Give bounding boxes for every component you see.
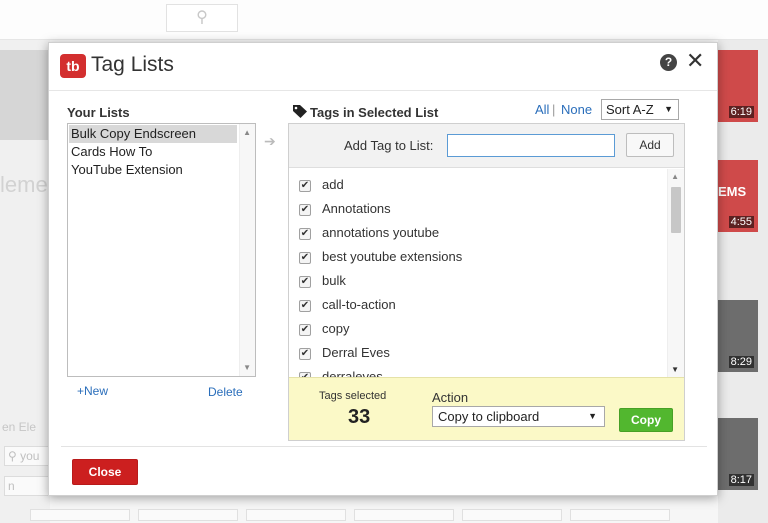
sort-select[interactable]: Sort A-Z ▼ bbox=[601, 99, 679, 120]
tags-panel: Add Tag to List: Add ✔ add ✔ Annotations… bbox=[288, 123, 685, 441]
tag-label: annotations youtube bbox=[322, 225, 440, 240]
dialog-title: Tag Lists bbox=[91, 53, 174, 76]
background-field: n bbox=[4, 476, 50, 496]
video-duration: 8:17 bbox=[728, 474, 754, 486]
add-tag-input[interactable] bbox=[447, 134, 615, 157]
tag-lists-dialog: tb Tag Lists ? ✕ Your Lists Bulk Copy En… bbox=[48, 42, 718, 496]
background-hero-image bbox=[0, 50, 50, 140]
list-item[interactable]: YouTube Extension bbox=[69, 161, 237, 179]
scroll-down-icon[interactable]: ▼ bbox=[243, 363, 251, 372]
dialog-divider bbox=[61, 446, 707, 447]
help-icon[interactable]: ? bbox=[660, 54, 677, 71]
add-tag-label: Add Tag to List: bbox=[344, 138, 434, 153]
action-select-value: Copy to clipboard bbox=[438, 409, 540, 424]
video-thumbnail: EMS 4:55 bbox=[718, 160, 758, 232]
lists-listbox[interactable]: Bulk Copy Endscreen Cards How To YouTube… bbox=[67, 123, 256, 377]
background-field-text: n bbox=[8, 479, 15, 493]
tag-row[interactable]: ✔ best youtube extensions bbox=[299, 248, 659, 268]
video-duration: 8:29 bbox=[728, 356, 754, 368]
video-duration: 4:55 bbox=[728, 216, 754, 228]
action-label: Action bbox=[432, 390, 469, 405]
tag-label: copy bbox=[322, 321, 350, 336]
copy-button[interactable]: Copy bbox=[619, 408, 673, 432]
tags-in-list-heading: Tags in Selected List bbox=[310, 105, 439, 120]
tag-row[interactable]: ✔ copy bbox=[299, 320, 659, 340]
tag-row[interactable]: ✔ bulk bbox=[299, 272, 659, 292]
select-none-link[interactable]: None bbox=[561, 102, 592, 117]
list-item[interactable]: Bulk Copy Endscreen bbox=[69, 125, 237, 143]
lists-scrollbar[interactable]: ▲ ▼ bbox=[239, 124, 255, 376]
close-button[interactable]: Close bbox=[72, 459, 138, 485]
tubebuddy-logo-icon: tb bbox=[60, 54, 86, 78]
checkbox-checked-icon[interactable]: ✔ bbox=[299, 252, 311, 264]
checkbox-checked-icon[interactable]: ✔ bbox=[299, 204, 311, 216]
dialog-header: tb Tag Lists ? ✕ bbox=[49, 43, 717, 91]
arrow-right-icon: ➔ bbox=[264, 133, 276, 149]
tags-selected-count: 33 bbox=[348, 406, 371, 428]
tag-row[interactable]: ✔ annotations youtube bbox=[299, 224, 659, 244]
chevron-down-icon: ▼ bbox=[664, 104, 673, 114]
tag-label: add bbox=[322, 177, 344, 192]
tag-icon bbox=[293, 105, 307, 121]
tags-selected-label: Tags selected bbox=[319, 390, 387, 402]
add-tag-button[interactable]: Add bbox=[626, 133, 674, 157]
action-footer: Tags selected 33 Action Copy to clipboar… bbox=[289, 377, 684, 440]
tag-label: Annotations bbox=[322, 201, 391, 216]
search-icon: ⚲ bbox=[166, 4, 238, 32]
video-thumbnail: 6:19 bbox=[718, 50, 758, 122]
close-icon[interactable]: ✕ bbox=[686, 49, 704, 73]
tag-label: Derral Eves bbox=[322, 345, 390, 360]
list-item[interactable]: Cards How To bbox=[69, 143, 237, 161]
tag-row[interactable]: ✔ Annotations bbox=[299, 200, 659, 220]
checkbox-checked-icon[interactable]: ✔ bbox=[299, 276, 311, 288]
background-partial-word: leme bbox=[0, 172, 48, 197]
tag-list-scrollbar[interactable]: ▲ ▼ bbox=[667, 169, 684, 377]
scrollbar-thumb[interactable] bbox=[671, 187, 681, 233]
tag-row[interactable]: ✔ Derral Eves bbox=[299, 344, 659, 364]
action-select[interactable]: Copy to clipboard ▼ bbox=[432, 406, 605, 427]
checkbox-checked-icon[interactable]: ✔ bbox=[299, 228, 311, 240]
checkbox-checked-icon[interactable]: ✔ bbox=[299, 300, 311, 312]
video-duration: 6:19 bbox=[728, 106, 754, 118]
new-list-link[interactable]: +New bbox=[77, 384, 108, 398]
tag-list: ✔ add ✔ Annotations ✔ annotations youtub… bbox=[289, 169, 684, 377]
video-thumbnail: 8:29 bbox=[718, 300, 758, 372]
scroll-down-icon[interactable]: ▼ bbox=[671, 365, 679, 374]
thumbnail-caption: EMS bbox=[718, 184, 747, 199]
tag-label: call-to-action bbox=[322, 297, 396, 312]
background-chip-row bbox=[30, 508, 720, 523]
background-search-value: you bbox=[20, 449, 40, 463]
background-topbar: ⚲ bbox=[0, 0, 768, 40]
checkbox-checked-icon[interactable]: ✔ bbox=[299, 324, 311, 336]
your-lists-heading: Your Lists bbox=[67, 105, 130, 120]
tag-row[interactable]: ✔ derraleves bbox=[299, 368, 659, 377]
delete-list-link[interactable]: Delete bbox=[208, 385, 243, 399]
chevron-down-icon: ▼ bbox=[588, 411, 597, 421]
video-thumbnail: 8:17 bbox=[718, 418, 758, 490]
checkbox-checked-icon[interactable]: ✔ bbox=[299, 348, 311, 360]
tag-row[interactable]: ✔ add bbox=[299, 176, 659, 196]
tag-row[interactable]: ✔ call-to-action bbox=[299, 296, 659, 316]
link-separator: | bbox=[552, 102, 556, 117]
add-tag-row: Add Tag to List: Add bbox=[289, 124, 684, 168]
sort-select-value: Sort A-Z bbox=[606, 102, 654, 117]
scroll-up-icon[interactable]: ▲ bbox=[671, 172, 679, 181]
background-partial-text: en Ele bbox=[2, 420, 37, 434]
scroll-up-icon[interactable]: ▲ bbox=[243, 128, 251, 137]
tag-label: best youtube extensions bbox=[322, 249, 463, 264]
checkbox-checked-icon[interactable]: ✔ bbox=[299, 180, 311, 192]
tag-label: derraleves bbox=[322, 369, 383, 377]
background-search-field: ⚲ you bbox=[4, 446, 50, 466]
select-all-link[interactable]: All bbox=[535, 102, 549, 117]
tag-label: bulk bbox=[322, 273, 346, 288]
